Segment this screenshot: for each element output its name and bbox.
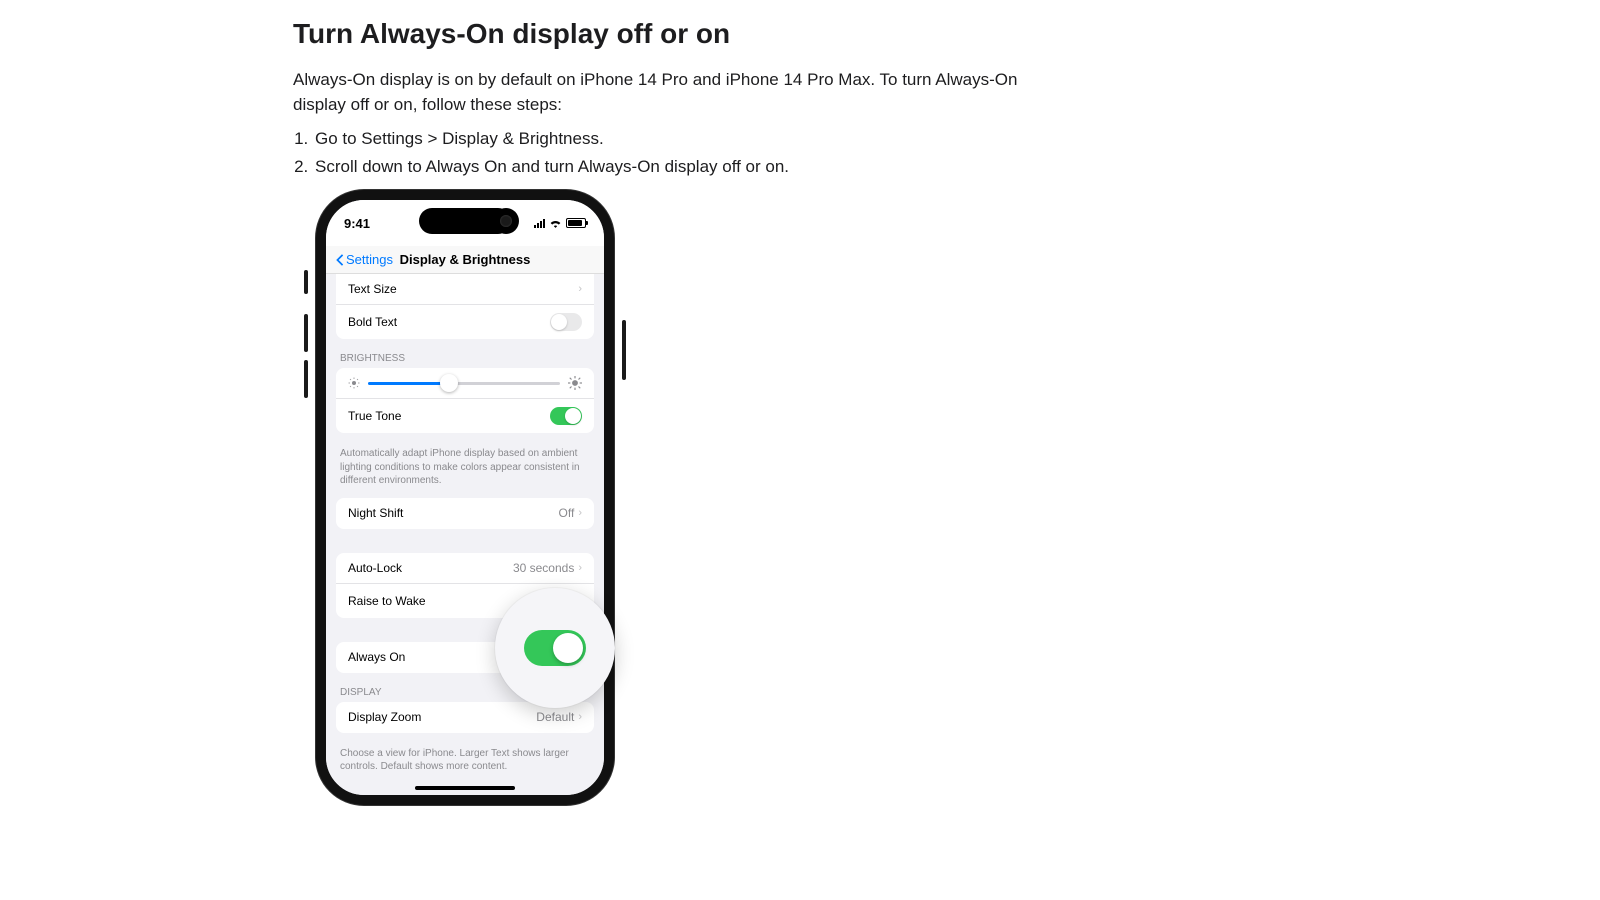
status-time: 9:41 xyxy=(344,216,404,231)
battery-icon xyxy=(566,218,586,228)
bold-text-row[interactable]: Bold Text xyxy=(336,305,594,339)
auto-lock-row[interactable]: Auto-Lock 30 seconds › xyxy=(336,553,594,584)
text-size-row[interactable]: Text Size › xyxy=(336,274,594,305)
article-intro: Always-On display is on by default on iP… xyxy=(293,68,1073,117)
sun-max-icon xyxy=(568,376,582,390)
night-shift-group: Night Shift Off› xyxy=(336,498,594,529)
volume-down-button xyxy=(304,360,308,398)
cellular-signal-icon xyxy=(534,218,545,228)
article-step: Scroll down to Always On and turn Always… xyxy=(313,157,1073,177)
brightness-slider-row[interactable] xyxy=(336,368,594,399)
row-label: Raise to Wake xyxy=(348,594,426,608)
chevron-right-icon: › xyxy=(578,562,582,574)
row-value: Off xyxy=(559,506,575,520)
nav-title: Display & Brightness xyxy=(400,252,531,267)
mute-switch xyxy=(304,270,308,294)
article-content: Turn Always-On display off or on Always-… xyxy=(293,18,1073,185)
power-button xyxy=(622,320,626,380)
row-label: True Tone xyxy=(348,409,401,423)
chevron-left-icon xyxy=(336,254,344,266)
true-tone-footer: Automatically adapt iPhone display based… xyxy=(340,447,590,488)
article-steps-list: Go to Settings > Display & Brightness. S… xyxy=(293,129,1073,177)
sun-min-icon xyxy=(348,377,360,389)
chevron-right-icon: › xyxy=(578,711,582,723)
row-label: Display Zoom xyxy=(348,710,421,724)
brightness-slider[interactable] xyxy=(368,382,560,385)
brightness-group: True Tone xyxy=(336,368,594,433)
iphone-mockup: 9:41 Settings Display & Brightness Text … xyxy=(316,190,614,805)
home-indicator xyxy=(415,786,515,790)
back-label: Settings xyxy=(346,252,393,267)
display-zoom-footer: Choose a view for iPhone. Larger Text sh… xyxy=(340,747,590,774)
true-tone-row[interactable]: True Tone xyxy=(336,399,594,433)
row-label: Always On xyxy=(348,650,405,664)
settings-screen: Text Size › Bold Text BRIGHTNESS True To… xyxy=(326,274,604,795)
front-camera xyxy=(493,208,519,234)
nav-bar: Settings Display & Brightness xyxy=(326,246,604,274)
always-on-toggle[interactable] xyxy=(524,630,586,666)
article-step: Go to Settings > Display & Brightness. xyxy=(313,129,1073,149)
status-icons xyxy=(526,218,586,228)
row-value: 30 seconds xyxy=(513,561,574,575)
bold-text-toggle[interactable] xyxy=(550,313,582,331)
volume-up-button xyxy=(304,314,308,352)
row-label: Text Size xyxy=(348,282,397,296)
text-group: Text Size › Bold Text xyxy=(336,274,594,339)
row-label: Night Shift xyxy=(348,506,403,520)
chevron-right-icon: › xyxy=(578,507,582,519)
row-value: Default xyxy=(536,710,574,724)
always-on-toggle-magnified xyxy=(495,588,615,708)
back-button[interactable]: Settings xyxy=(336,252,393,267)
wifi-icon xyxy=(549,218,562,228)
brightness-header: BRIGHTNESS xyxy=(340,353,590,364)
status-bar: 9:41 xyxy=(326,200,604,246)
night-shift-row[interactable]: Night Shift Off› xyxy=(336,498,594,529)
chevron-right-icon: › xyxy=(578,283,582,295)
row-label: Auto-Lock xyxy=(348,561,402,575)
true-tone-toggle[interactable] xyxy=(550,407,582,425)
article-heading: Turn Always-On display off or on xyxy=(293,18,1073,50)
row-label: Bold Text xyxy=(348,315,397,329)
